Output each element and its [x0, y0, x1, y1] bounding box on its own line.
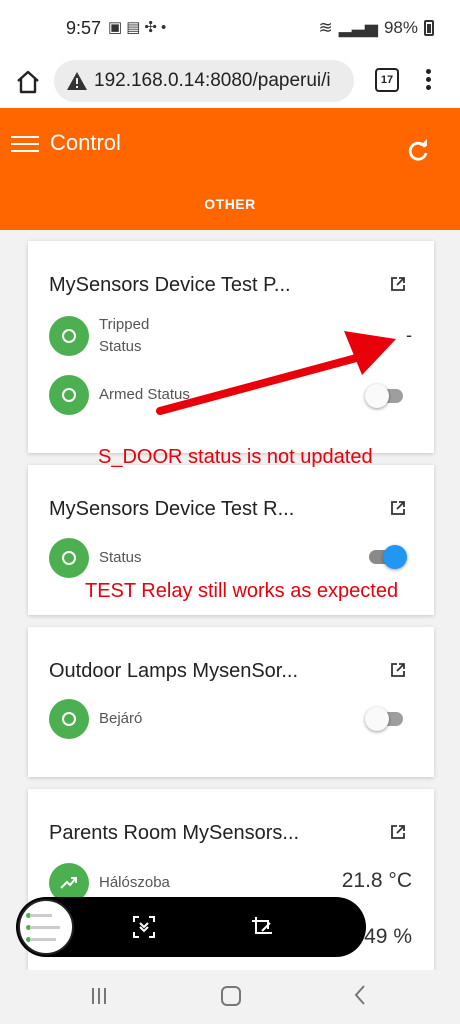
item-status-icon [49, 375, 89, 415]
system-nav-bar [0, 970, 460, 1024]
refresh-icon[interactable] [405, 138, 431, 164]
card-title: Parents Room MySensors... [49, 822, 300, 844]
annotation-arrow-icon [156, 331, 396, 415]
annotation-relay: TEST Relay still works as expected [85, 580, 399, 602]
browser-menu-icon[interactable] [420, 66, 436, 96]
dot-icon: • [160, 19, 171, 36]
open-external-icon[interactable] [390, 824, 406, 840]
nav-home-icon[interactable] [221, 986, 241, 1006]
tab-switcher-button[interactable]: 17 [375, 68, 399, 92]
open-external-icon[interactable] [390, 500, 406, 516]
notification-icons: ▣▤✣• [108, 18, 170, 36]
image-icon: ▣ [108, 19, 127, 36]
item-value: 49 % [364, 925, 412, 948]
screenshot-toolbar [16, 897, 366, 957]
app-header: Control OTHER [0, 108, 460, 230]
status-right: ≋ ▂▃▅ 98% [318, 18, 434, 38]
address-bar[interactable]: 192.168.0.14:8080/paperui/i [54, 60, 354, 102]
item-label: Bejáró [99, 710, 143, 727]
item-value: 21.8 °C [341, 869, 412, 892]
wifi-icon: ≋ [318, 18, 333, 37]
item-status-icon [49, 316, 89, 356]
screenshot-thumbnail[interactable] [18, 899, 74, 955]
bejaro-toggle[interactable] [365, 707, 405, 731]
battery-level: 98% [383, 18, 418, 37]
battery-icon [424, 20, 434, 36]
status-time: 9:57 [66, 18, 102, 38]
pinwheel-icon: ✣ [144, 19, 161, 36]
card-title: MySensors Device Test P... [49, 274, 291, 296]
thing-card: Parents Room MySensors... Hálószoba 21.8… [28, 789, 434, 989]
card-title: Outdoor Lamps MysenSor... [49, 660, 299, 682]
back-icon[interactable] [352, 984, 368, 1006]
thing-card: Outdoor Lamps MysenSor... Bejáró [28, 627, 434, 777]
scroll-capture-icon[interactable] [132, 915, 156, 939]
recent-apps-icon[interactable] [92, 988, 110, 1004]
warning-icon[interactable] [66, 70, 88, 92]
page-title: Control [50, 130, 121, 155]
item-label: Status [99, 549, 142, 566]
item-status-icon [49, 538, 89, 578]
card-title: MySensors Device Test R... [49, 498, 295, 520]
teams-icon: ▤ [126, 19, 145, 36]
item-status-icon [49, 699, 89, 739]
item-label: Hálószoba [99, 874, 170, 891]
tab-other[interactable]: OTHER [0, 196, 460, 212]
url-text[interactable]: 192.168.0.14:8080/paperui/i [94, 70, 331, 92]
signal-icon: ▂▃▅ [338, 18, 378, 37]
relay-status-toggle[interactable] [365, 545, 407, 569]
browser-toolbar: 192.168.0.14:8080/paperui/i 17 [0, 54, 460, 108]
status-bar: 9:57 ▣▤✣• ≋ ▂▃▅ 98% [0, 0, 460, 54]
open-external-icon[interactable] [390, 662, 406, 678]
annotation-door: S_DOOR status is not updated [98, 446, 373, 468]
open-external-icon[interactable] [390, 276, 406, 292]
crop-edit-icon[interactable] [250, 915, 274, 939]
home-icon[interactable] [14, 68, 42, 96]
hamburger-menu-icon[interactable] [11, 136, 39, 157]
